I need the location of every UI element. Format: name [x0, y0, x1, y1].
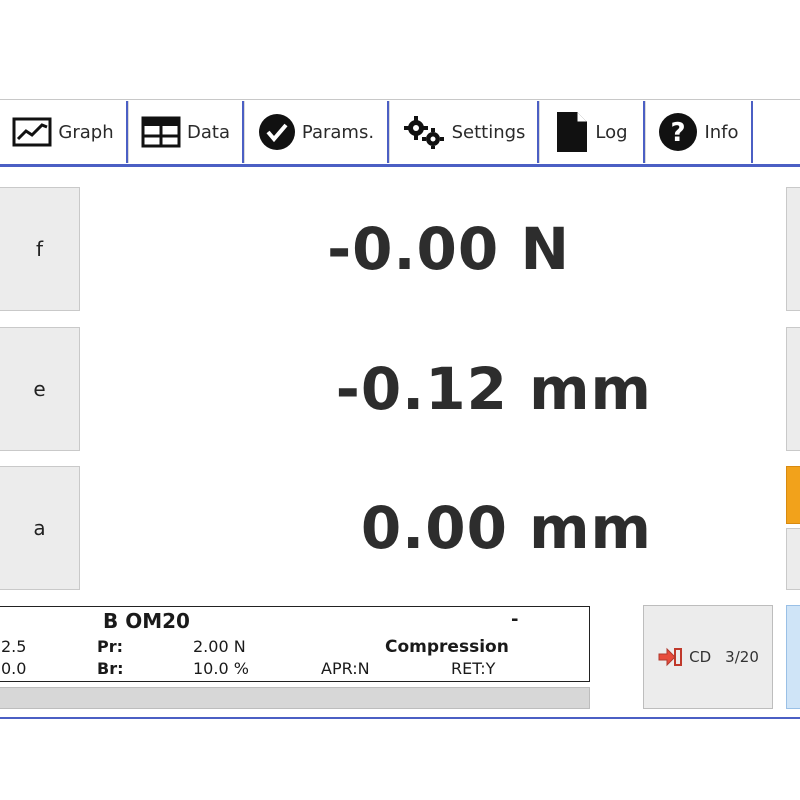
status-dash: -	[511, 609, 519, 630]
arrow-into-icon	[657, 647, 683, 667]
tab-bar-top-border	[0, 99, 800, 100]
tab-info-label: Info	[704, 121, 739, 143]
right-blue-button[interactable]	[786, 605, 800, 709]
position-reading: 0.00 mm	[360, 494, 652, 562]
elongation-reading: -0.12 mm	[335, 355, 652, 423]
pr-value: 2.00 N	[193, 637, 246, 656]
test-mode: Compression	[385, 637, 509, 657]
force-reading: -0.00 N	[327, 215, 570, 283]
left-value-2: 0.0	[1, 659, 27, 678]
gears-icon	[402, 115, 446, 149]
chart-icon	[12, 117, 52, 147]
side-key-f[interactable]: f	[0, 187, 80, 311]
tab-params[interactable]: Params.	[244, 101, 389, 163]
table-icon	[141, 116, 181, 148]
left-value-1: 2.5	[1, 637, 27, 656]
cd-button[interactable]: CD 3/20	[643, 605, 773, 709]
side-key-e[interactable]: e	[0, 327, 80, 451]
tab-log-label: Log	[595, 121, 628, 143]
br-value: 10.0 %	[193, 659, 249, 678]
bottom-border	[0, 717, 800, 719]
tab-data-label: Data	[187, 121, 230, 143]
question-icon: ?	[658, 112, 698, 152]
tab-info[interactable]: ? Info	[645, 101, 753, 163]
tab-params-label: Params.	[301, 121, 375, 143]
apr-status: APR:N	[321, 659, 370, 678]
cd-label: CD	[689, 648, 712, 666]
progress-bar	[0, 687, 590, 709]
tab-graph-label: Graph	[58, 121, 114, 143]
tab-bar-bottom-border	[0, 164, 800, 167]
side-key-a[interactable]: a	[0, 466, 80, 590]
right-key-1[interactable]	[786, 187, 800, 311]
check-circle-icon	[258, 113, 296, 151]
cd-count: 3/20	[725, 648, 759, 666]
svg-text:?: ?	[671, 118, 686, 148]
right-key-3-active[interactable]	[786, 466, 800, 524]
tab-settings-label: Settings	[451, 121, 526, 143]
tab-graph[interactable]: Graph	[0, 101, 128, 163]
tab-log[interactable]: Log	[539, 101, 645, 163]
test-info-panel: B OM20 - 2.5 0.0 Pr: 2.00 N Br: 10.0 % C…	[0, 606, 590, 682]
tab-settings[interactable]: Settings	[389, 101, 539, 163]
document-icon	[555, 110, 589, 154]
right-key-2[interactable]	[786, 327, 800, 451]
test-name: B OM20	[103, 609, 190, 633]
right-key-4[interactable]	[786, 528, 800, 590]
pr-label: Pr:	[97, 637, 124, 656]
br-label: Br:	[97, 659, 124, 678]
ret-status: RET:Y	[451, 659, 496, 678]
tab-data[interactable]: Data	[128, 101, 244, 163]
tab-bar: Graph Data Params. Settings Log ? Info	[0, 99, 800, 167]
